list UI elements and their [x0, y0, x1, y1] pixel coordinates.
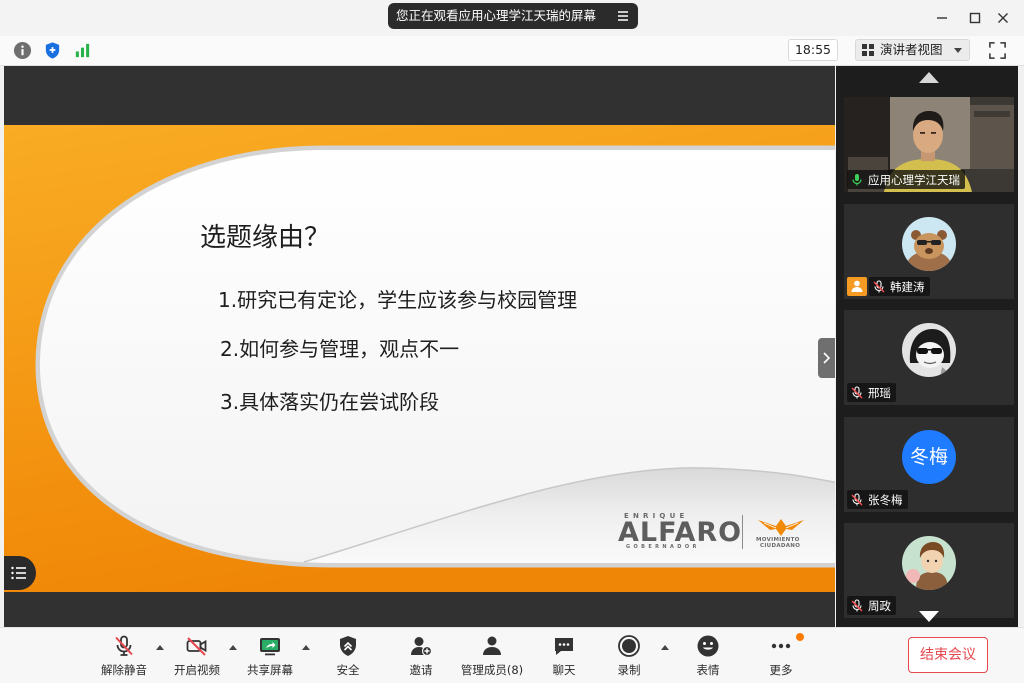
list-icon [11, 566, 26, 580]
network-signal-icon[interactable] [73, 41, 92, 60]
fullscreen-icon[interactable] [988, 41, 1007, 60]
participant-name-label: 韩建涛 [869, 277, 930, 296]
collapse-panel-tab[interactable] [818, 338, 835, 378]
end-meeting-button[interactable]: 结束会议 [908, 637, 988, 673]
share-screen-label: 共享屏幕 [247, 663, 293, 677]
participant-tile[interactable]: 韩建涛 [844, 204, 1014, 299]
unmute-label: 解除静音 [101, 663, 147, 677]
participant-name: 邢瑶 [868, 385, 891, 400]
chat-icon [555, 638, 573, 655]
screen-share-banner[interactable]: 您正在观看应用心理学江天瑞的屏幕 [388, 3, 638, 29]
members-icon [483, 636, 501, 655]
host-person-icon [851, 280, 863, 292]
chat-label: 聊天 [552, 663, 576, 677]
grid-icon [862, 44, 874, 56]
invite-icon [411, 637, 433, 657]
more-label: 更多 [769, 663, 793, 677]
participant-tile[interactable]: 邢瑶 [844, 310, 1014, 405]
logo-party-line2: CIUDADANO [760, 543, 801, 549]
banner-text: 您正在观看应用心理学江天瑞的屏幕 [396, 8, 597, 23]
mic-on-icon [852, 173, 862, 185]
manage-members-label: 管理成员(8) [460, 663, 524, 677]
meeting-info-bar: 18:55 演讲者视图 [0, 36, 1024, 66]
security-button[interactable]: 安全 [312, 634, 384, 680]
more-icon [771, 643, 791, 649]
view-mode-label: 演讲者视图 [880, 42, 943, 57]
chat-button[interactable]: 聊天 [528, 634, 600, 680]
avatar [902, 536, 956, 590]
record-icon [618, 635, 640, 657]
notification-dot [796, 633, 804, 641]
participant-name-label: 张冬梅 [847, 490, 908, 509]
meeting-toolbar: 解除静音 开启视频 共享屏幕 安全 邀请 管理成员(8) 聊天 录制 表情 更多… [0, 627, 1024, 683]
presentation-slide: 选题缘由？ 1.研究已有定论，学生应该参与校园管理 2.如何参与管理，观点不一 … [4, 125, 835, 592]
invite-button[interactable]: 邀请 [385, 634, 457, 680]
invite-label: 邀请 [409, 663, 433, 677]
view-mode-dropdown[interactable]: 演讲者视图 [855, 39, 970, 61]
eagle-logo-icon [758, 519, 804, 536]
security-icon [340, 636, 356, 656]
record-label: 录制 [617, 663, 641, 677]
unmute-button[interactable]: 解除静音 [88, 634, 160, 680]
close-icon[interactable] [995, 10, 1011, 26]
logo-title: GOBERNADOR [626, 544, 700, 550]
more-button[interactable]: 更多 [745, 634, 817, 680]
record-button[interactable]: 录制 [593, 634, 665, 680]
slide-point-3: 3.具体落实仍在尝试阶段 [220, 390, 440, 414]
slide-point-2: 2.如何参与管理，观点不一 [220, 337, 460, 361]
start-video-button[interactable]: 开启视频 [161, 634, 233, 680]
logo-surname: ALFARO [618, 517, 743, 548]
mic-muted-icon [115, 635, 133, 656]
slide-point-1: 1.研究已有定论，学生应该参与校园管理 [218, 288, 578, 312]
participant-name-label: 应用心理学江天瑞 [847, 170, 965, 189]
reactions-label: 表情 [696, 663, 720, 677]
chevron-down-icon [954, 48, 962, 53]
participant-name-label: 周政 [847, 596, 896, 615]
host-badge [847, 277, 867, 296]
manage-members-button[interactable]: 管理成员(8) [456, 634, 528, 680]
menu-icon[interactable] [615, 8, 631, 24]
participant-name: 韩建涛 [890, 279, 925, 294]
share-screen-icon [260, 638, 280, 656]
participant-tile[interactable]: 冬梅 张冬梅 [844, 417, 1014, 512]
logo-divider [742, 515, 743, 549]
mic-muted-icon [851, 598, 863, 611]
minimize-icon[interactable] [934, 10, 950, 26]
mic-muted-icon [851, 492, 863, 505]
caret-down-icon[interactable] [919, 611, 939, 622]
mic-muted-icon [851, 385, 863, 398]
participant-name: 应用心理学江天瑞 [868, 172, 960, 187]
chevron-right-icon [823, 352, 831, 364]
info-icon[interactable] [13, 41, 32, 60]
emoji-icon [697, 635, 719, 657]
participant-name: 张冬梅 [868, 492, 903, 507]
chevron-up-icon[interactable] [661, 645, 669, 650]
avatar [902, 323, 956, 377]
meeting-clock: 18:55 [788, 39, 838, 61]
share-screen-button[interactable]: 共享屏幕 [234, 634, 306, 680]
reactions-button[interactable]: 表情 [672, 634, 744, 680]
chevron-up-icon[interactable] [302, 645, 310, 650]
mic-muted-icon [873, 279, 885, 292]
caret-up-icon[interactable] [919, 72, 939, 83]
security-shield-icon[interactable] [43, 41, 62, 60]
participant-tile-video[interactable]: 应用心理学江天瑞 [844, 97, 1014, 192]
shared-screen-area: 选题缘由？ 1.研究已有定论，学生应该参与校园管理 2.如何参与管理，观点不一 … [4, 66, 835, 627]
avatar [902, 217, 956, 271]
camera-off-icon [186, 637, 207, 656]
participant-name-label: 邢瑶 [847, 383, 896, 402]
participant-name: 周政 [868, 598, 891, 613]
participants-panel: 应用心理学江天瑞 韩建涛 邢瑶 冬梅 张冬梅 周政 [836, 66, 1018, 627]
security-label: 安全 [336, 663, 360, 677]
start-video-label: 开启视频 [174, 663, 220, 677]
avatar-initials: 冬梅 [902, 430, 956, 484]
participant-tile[interactable]: 周政 [844, 523, 1014, 618]
maximize-icon[interactable] [967, 10, 983, 26]
title-bar: 您正在观看应用心理学江天瑞的屏幕 [0, 0, 1024, 36]
slide-title: 选题缘由？ [200, 223, 331, 253]
